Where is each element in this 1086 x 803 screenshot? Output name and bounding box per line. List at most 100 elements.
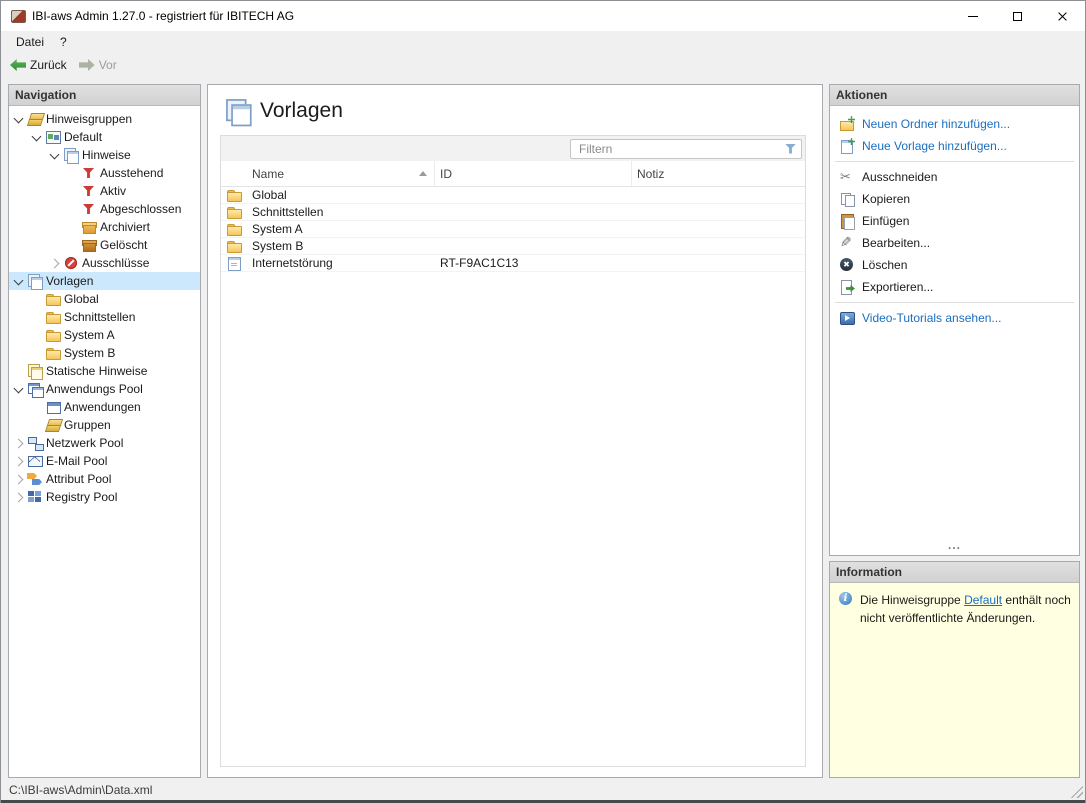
- tree-item-vorlagen[interactable]: Vorlagen: [9, 272, 200, 290]
- notes-icon: [63, 147, 79, 163]
- expand-chevron-icon[interactable]: [11, 435, 27, 451]
- tree-item-ausschlüsse[interactable]: Ausschlüsse: [9, 254, 200, 272]
- actions-panel: Aktionen Neuen Ordner hinzufügen...Neue …: [829, 84, 1080, 556]
- main-panel: Vorlagen Name: [207, 84, 823, 778]
- table-cell-type-icon: [221, 204, 247, 220]
- tree-item-label: Ausschlüsse: [82, 256, 149, 270]
- tree-item-label: Netzwerk Pool: [46, 436, 123, 450]
- action-exportieren[interactable]: Exportieren...: [830, 276, 1079, 298]
- column-header-name[interactable]: Name: [247, 161, 435, 186]
- action-label: Ausschneiden: [862, 170, 937, 184]
- action-label: Löschen: [862, 258, 907, 272]
- navigation-tree: HinweisgruppenDefaultHinweiseAusstehend A…: [9, 106, 200, 777]
- navigation-panel-header: Navigation: [9, 85, 200, 106]
- table-row-schnittstellen[interactable]: Schnittstellen: [221, 204, 805, 221]
- action-löschen[interactable]: Löschen: [830, 254, 1079, 276]
- expand-chevron-icon[interactable]: [11, 453, 27, 469]
- action-ausschneiden[interactable]: Ausschneiden: [830, 166, 1079, 188]
- action-label: Kopieren: [862, 192, 910, 206]
- filter-box: [570, 139, 802, 159]
- tree-item-ausstehend[interactable]: Ausstehend: [9, 164, 200, 182]
- noticegroup-icon: [45, 129, 61, 145]
- action-video-tutorials-ansehen[interactable]: Video-Tutorials ansehen...: [830, 307, 1079, 329]
- tree-item-anwendungs-pool[interactable]: Anwendungs Pool: [9, 380, 200, 398]
- statusbar: C:\IBI-aws\Admin\Data.xml: [1, 780, 1085, 800]
- minimize-icon: [968, 16, 978, 17]
- folder-icon: [226, 238, 242, 254]
- tree-item-aktiv[interactable]: Aktiv: [9, 182, 200, 200]
- collapse-chevron-icon[interactable]: [11, 381, 27, 397]
- collapse-chevron-icon[interactable]: [47, 147, 63, 163]
- tree-item-system-b[interactable]: System B: [9, 344, 200, 362]
- collapse-chevron-icon[interactable]: [29, 129, 45, 145]
- forward-button[interactable]: Vor: [79, 57, 117, 73]
- column-header-id-label: ID: [440, 167, 452, 181]
- tree-item-registry-pool[interactable]: Registry Pool: [9, 488, 200, 506]
- menu-datei[interactable]: Datei: [8, 32, 52, 52]
- tree-item-hinweise[interactable]: Hinweise: [9, 146, 200, 164]
- tree-item-label: Anwendungs Pool: [46, 382, 143, 396]
- resize-grip-icon[interactable]: [1070, 785, 1083, 798]
- back-arrow-icon: [10, 57, 26, 73]
- app-pool-icon: [27, 381, 43, 397]
- filter-input[interactable]: [577, 141, 783, 157]
- expand-chevron-icon[interactable]: [11, 489, 27, 505]
- close-button[interactable]: [1040, 1, 1085, 31]
- tree-item-label: Archiviert: [100, 220, 150, 234]
- filter-red-icon: [81, 165, 97, 181]
- tree-item-gruppen[interactable]: Gruppen: [9, 416, 200, 434]
- tree-item-label: Aktiv: [100, 184, 126, 198]
- panel-splitter[interactable]: ...: [830, 542, 1079, 555]
- tree-item-label: E-Mail Pool: [46, 454, 107, 468]
- tree-item-global[interactable]: Global: [9, 290, 200, 308]
- groups-icon: [45, 417, 61, 433]
- right-column: Aktionen Neuen Ordner hinzufügen...Neue …: [829, 84, 1080, 778]
- table-cell-name: Internetstörung: [247, 256, 435, 270]
- tree-item-netzwerk-pool[interactable]: Netzwerk Pool: [9, 434, 200, 452]
- folder-icon: [226, 204, 242, 220]
- collapse-chevron-icon[interactable]: [11, 273, 27, 289]
- expander-spacer: [65, 237, 81, 253]
- action-kopieren[interactable]: Kopieren: [830, 188, 1079, 210]
- menu-help[interactable]: ?: [52, 32, 75, 52]
- collapse-chevron-icon[interactable]: [11, 111, 27, 127]
- expand-chevron-icon[interactable]: [47, 255, 63, 271]
- tree-item-abgeschlossen[interactable]: Abgeschlossen: [9, 200, 200, 218]
- action-neue-vorlage-hinzufügen[interactable]: Neue Vorlage hinzufügen...: [830, 135, 1079, 157]
- expand-chevron-icon[interactable]: [11, 471, 27, 487]
- action-label: Bearbeiten...: [862, 236, 930, 250]
- tree-item-system-a[interactable]: System A: [9, 326, 200, 344]
- tree-item-statische-hinweise[interactable]: Statische Hinweise: [9, 362, 200, 380]
- tree-item-anwendungen[interactable]: Anwendungen: [9, 398, 200, 416]
- registry-icon: [27, 489, 43, 505]
- expander-spacer: [11, 363, 27, 379]
- tree-item-archiviert[interactable]: Archiviert: [9, 218, 200, 236]
- tree-item-e-mail-pool[interactable]: E-Mail Pool: [9, 452, 200, 470]
- default-group-link[interactable]: Default: [964, 593, 1002, 607]
- tree-item-gelöscht[interactable]: Gelöscht: [9, 236, 200, 254]
- application-icon: [45, 399, 61, 415]
- tree-item-schnittstellen[interactable]: Schnittstellen: [9, 308, 200, 326]
- back-button[interactable]: Zurück: [10, 57, 67, 73]
- table-row-internetstörung[interactable]: InternetstörungRT-F9AC1C13: [221, 255, 805, 272]
- minimize-button[interactable]: [950, 1, 995, 31]
- column-header-id[interactable]: ID: [435, 161, 632, 186]
- action-bearbeiten[interactable]: Bearbeiten...: [830, 232, 1079, 254]
- column-header-notiz[interactable]: Notiz: [632, 161, 805, 186]
- tree-item-hinweisgruppen[interactable]: Hinweisgruppen: [9, 110, 200, 128]
- maximize-button[interactable]: [995, 1, 1040, 31]
- tree-item-default[interactable]: Default: [9, 128, 200, 146]
- titlebar[interactable]: IBI-aws Admin 1.27.0 - registriert für I…: [1, 1, 1085, 31]
- action-neuen-ordner-hinzufügen[interactable]: Neuen Ordner hinzufügen...: [830, 113, 1079, 135]
- column-header-name-label: Name: [252, 167, 284, 181]
- table-row-system-a[interactable]: System A: [221, 221, 805, 238]
- action-einfügen[interactable]: Einfügen: [830, 210, 1079, 232]
- action-label: Neuen Ordner hinzufügen...: [862, 117, 1010, 131]
- tree-item-label: Vorlagen: [46, 274, 93, 288]
- table-row-global[interactable]: Global: [221, 187, 805, 204]
- tree-item-attribut-pool[interactable]: Attribut Pool: [9, 470, 200, 488]
- table-row-system-b[interactable]: System B: [221, 238, 805, 255]
- expander-spacer: [29, 309, 45, 325]
- back-button-label: Zurück: [30, 58, 67, 72]
- filter-funnel-icon[interactable]: [783, 141, 799, 157]
